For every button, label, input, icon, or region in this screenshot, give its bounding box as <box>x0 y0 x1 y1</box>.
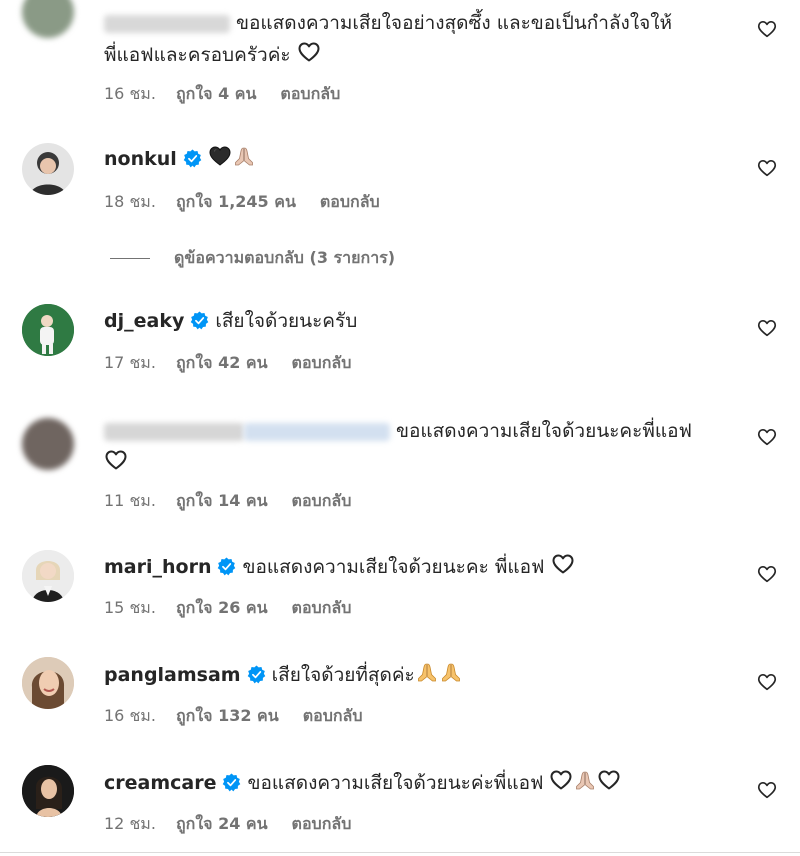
white-heart-icon <box>597 768 621 792</box>
comment-time[interactable]: 16 ชม. <box>104 84 156 103</box>
white-heart-icon <box>297 40 321 64</box>
likes-count[interactable]: ถูกใจ 1,245 คน <box>176 192 296 211</box>
avatar[interactable] <box>22 0 74 38</box>
verified-badge-icon <box>190 311 209 330</box>
comment-line: mari_horn ขอแสดงความเสียใจด้วยนะคะ พี่แอฟ <box>104 550 730 584</box>
white-heart-icon <box>551 552 575 576</box>
white-heart-icon <box>104 448 128 472</box>
comment-meta: 16 ชม. ถูกใจ 132 คน ตอบกลับ <box>104 704 387 729</box>
username-blurred[interactable] <box>104 14 230 33</box>
comment-text: เสียใจด้วยที่สุดค่ะ <box>271 664 415 686</box>
comment-time[interactable]: 18 ชม. <box>104 192 156 211</box>
reply-link[interactable]: ตอบกลับ <box>280 84 340 103</box>
reply-link[interactable]: ตอบกลับ <box>303 706 363 725</box>
reply-link[interactable]: ตอบกลับ <box>292 353 352 372</box>
comment-line: panglamsam เสียใจด้วยที่สุดค่ะ <box>104 658 730 692</box>
comment-line: dj_eaky เสียใจด้วยนะครับ <box>104 304 730 338</box>
divider <box>110 258 150 259</box>
username-blurred <box>244 422 390 441</box>
username[interactable]: dj_eaky <box>104 310 184 332</box>
white-heart-icon <box>549 768 573 792</box>
verified-badge-icon <box>247 665 266 684</box>
comment-time[interactable]: 15 ชม. <box>104 598 156 617</box>
comment-line: ขอแสดงความเสียใจด้วยนะคะพี่แอฟ <box>104 414 730 448</box>
comment-meta: 15 ชม. ถูกใจ 26 คน ตอบกลับ <box>104 596 375 621</box>
comment-meta: 12 ชม. ถูกใจ 24 คน ตอบกลับ <box>104 812 375 837</box>
like-heart-icon[interactable] <box>756 779 778 801</box>
comment-meta: 18 ชม. ถูกใจ 1,245 คน ตอบกลับ <box>104 190 404 215</box>
verified-badge-icon <box>222 773 241 792</box>
divider <box>0 852 800 853</box>
comment-text: ขอแสดงความเสียใจอย่างสุดซึ้ง และขอเป็นกำ… <box>236 12 673 34</box>
comment-line <box>104 446 730 480</box>
avatar[interactable] <box>22 657 74 709</box>
like-heart-icon[interactable] <box>756 317 778 339</box>
comment-time[interactable]: 12 ชม. <box>104 814 156 833</box>
username[interactable]: nonkul <box>104 148 177 170</box>
likes-count[interactable]: ถูกใจ 42 คน <box>176 353 268 372</box>
likes-count[interactable]: ถูกใจ 26 คน <box>176 598 268 617</box>
comment-time[interactable]: 16 ชม. <box>104 706 156 725</box>
comment-line: creamcare ขอแสดงความเสียใจด้วยนะค่ะพี่แอฟ <box>104 766 730 800</box>
likes-count[interactable]: ถูกใจ 14 คน <box>176 491 268 510</box>
like-heart-icon[interactable] <box>756 671 778 693</box>
username-blurred[interactable] <box>104 422 244 441</box>
praying-hands-icon <box>415 660 439 684</box>
avatar-image-icon <box>22 657 74 709</box>
comment-meta: 16 ชม. ถูกใจ 4 คน ตอบกลับ <box>104 82 364 107</box>
like-heart-icon[interactable] <box>756 18 778 40</box>
avatar[interactable] <box>22 143 74 195</box>
comment-line: nonkul <box>104 142 730 176</box>
view-replies-label: ดูข้อความตอบกลับ (3 รายการ) <box>174 248 396 267</box>
comment-text: พี่แอฟและครอบครัวค่ะ <box>104 44 291 66</box>
comment-line: พี่แอฟและครอบครัวค่ะ <box>104 38 730 72</box>
comment-meta: 17 ชม. ถูกใจ 42 คน ตอบกลับ <box>104 351 375 376</box>
like-heart-icon[interactable] <box>756 563 778 585</box>
likes-count[interactable]: ถูกใจ 4 คน <box>176 84 256 103</box>
likes-count[interactable]: ถูกใจ 132 คน <box>176 706 279 725</box>
praying-hands-icon <box>439 660 463 684</box>
view-replies-button[interactable]: ดูข้อความตอบกลับ (3 รายการ) <box>110 246 395 271</box>
avatar-image-icon <box>30 152 66 195</box>
verified-badge-icon <box>183 149 202 168</box>
comment-text: ขอแสดงความเสียใจด้วยนะค่ะพี่แอฟ <box>247 772 544 794</box>
reply-link[interactable]: ตอบกลับ <box>292 598 352 617</box>
praying-hands-icon <box>232 144 256 168</box>
like-heart-icon[interactable] <box>756 426 778 448</box>
verified-badge-icon <box>217 557 236 576</box>
comment-meta: 11 ชม. ถูกใจ 14 คน ตอบกลับ <box>104 489 375 514</box>
username[interactable]: mari_horn <box>104 556 211 578</box>
comment-text: ขอแสดงความเสียใจด้วยนะคะ พี่แอฟ <box>242 556 545 578</box>
comment-text: เสียใจด้วยนะครับ <box>215 310 358 332</box>
like-heart-icon[interactable] <box>756 157 778 179</box>
avatar[interactable] <box>22 550 74 602</box>
username[interactable]: creamcare <box>104 772 216 794</box>
comment-line: ขอแสดงความเสียใจอย่างสุดซึ้ง และขอเป็นกำ… <box>104 6 730 40</box>
comment-text: ขอแสดงความเสียใจด้วยนะคะพี่แอฟ <box>396 420 692 442</box>
praying-hands-icon <box>573 768 597 792</box>
avatar-image-icon <box>22 550 74 602</box>
black-heart-icon <box>208 144 232 168</box>
avatar-image-icon <box>22 304 74 356</box>
comment-time[interactable]: 11 ชม. <box>104 491 156 510</box>
avatar[interactable] <box>22 765 74 817</box>
likes-count[interactable]: ถูกใจ 24 คน <box>176 814 268 833</box>
avatar[interactable] <box>22 418 74 470</box>
reply-link[interactable]: ตอบกลับ <box>292 814 352 833</box>
comment-time[interactable]: 17 ชม. <box>104 353 156 372</box>
avatar[interactable] <box>22 304 74 356</box>
avatar-image-icon <box>22 765 74 817</box>
reply-link[interactable]: ตอบกลับ <box>320 192 380 211</box>
reply-link[interactable]: ตอบกลับ <box>292 491 352 510</box>
username[interactable]: panglamsam <box>104 664 241 686</box>
